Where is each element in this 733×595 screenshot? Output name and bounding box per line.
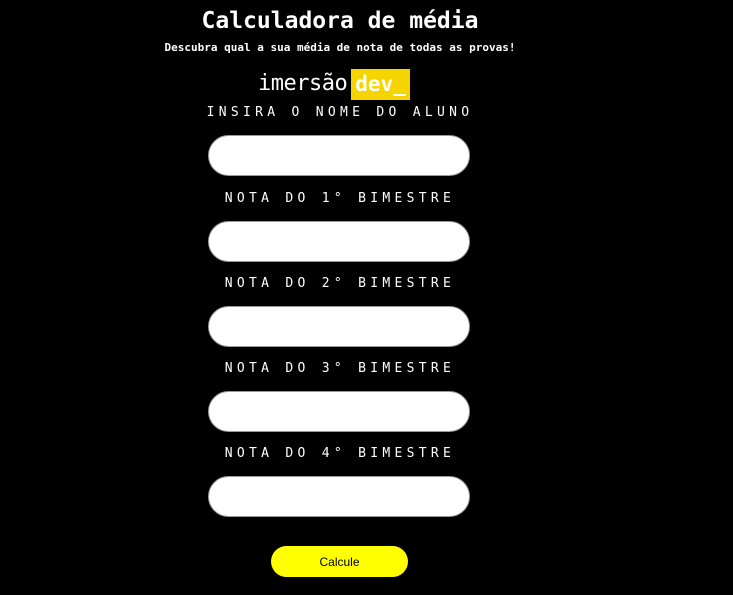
page-title: Calculadora de média [201, 8, 479, 34]
student-name-input[interactable] [208, 135, 470, 176]
grade-3-input[interactable] [208, 391, 470, 432]
student-name-label: INSIRA O NOME DO ALUNO [206, 105, 474, 120]
grade-4-input[interactable] [208, 476, 470, 517]
grade-1-label: NOTA DO 1° BIMESTRE [224, 191, 456, 206]
page-subtitle: Descubra qual a sua média de nota de tod… [164, 41, 516, 54]
grade-1-input[interactable] [208, 221, 470, 262]
grade-2-label: NOTA DO 2° BIMESTRE [224, 276, 456, 291]
logo-tag: dev_ [351, 68, 410, 100]
imersao-dev-logo: imersão dev_ [258, 68, 410, 100]
logo-word: imersão [258, 71, 348, 96]
calculate-button[interactable]: Calcule [271, 546, 408, 577]
grade-3-label: NOTA DO 3° BIMESTRE [224, 361, 456, 376]
grade-2-input[interactable] [208, 306, 470, 347]
calculator-page: Calculadora de média Descubra qual a sua… [0, 0, 733, 595]
grade-4-label: NOTA DO 4° BIMESTRE [224, 446, 456, 461]
